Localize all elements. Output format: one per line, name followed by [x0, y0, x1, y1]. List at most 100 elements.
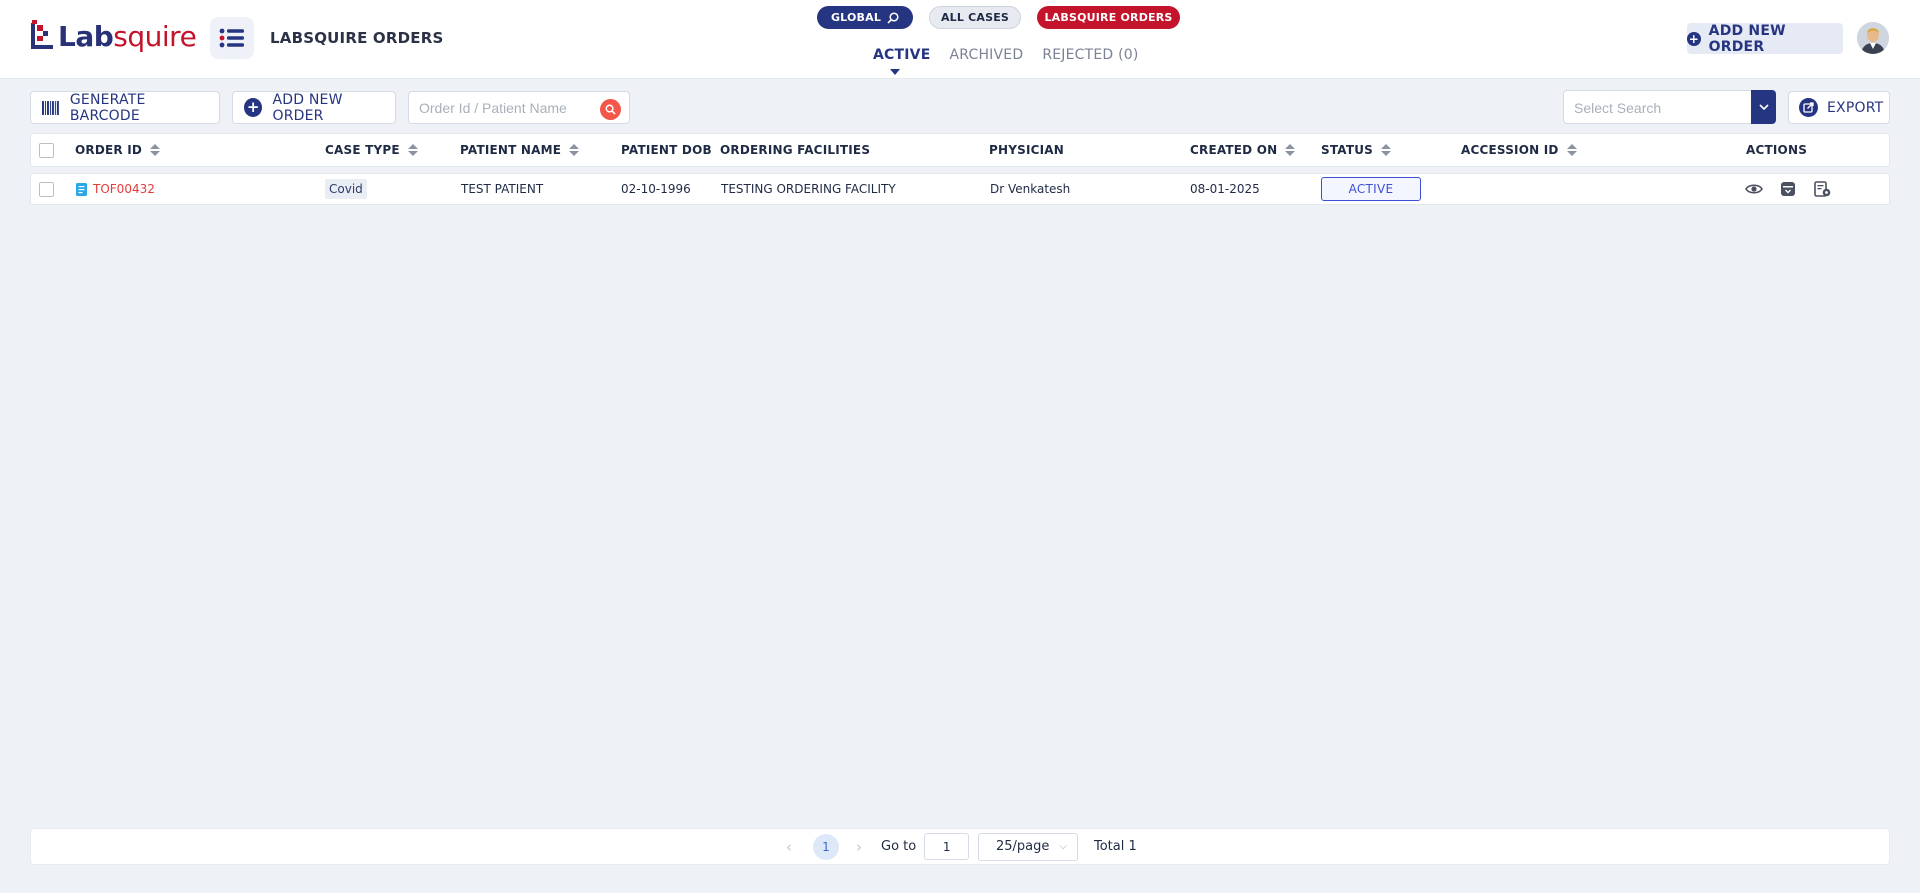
active-tab-indicator [890, 69, 900, 75]
table-row[interactable]: TOF00432 Covid TEST PATIENT 02-10-1996 T… [30, 173, 1890, 205]
order-search-box [408, 91, 630, 124]
document-icon [76, 182, 87, 196]
page-1-button[interactable]: 1 [813, 829, 839, 864]
global-pill-label: GLOBAL [830, 11, 882, 24]
user-avatar[interactable] [1857, 22, 1889, 54]
search-submit-button[interactable] [600, 99, 621, 120]
select-all-cell [39, 134, 54, 166]
created-on-cell: 08-01-2025 [1190, 182, 1260, 196]
column-label: STATUS [1321, 143, 1374, 157]
tab-rejected[interactable]: REJECTED (0) [1042, 47, 1138, 63]
order-id-link[interactable]: TOF00432 [93, 182, 155, 196]
patient-dob-cell: 02-10-1996 [621, 182, 691, 196]
column-label: PATIENT NAME [460, 143, 562, 157]
column-header-actions: ACTIONS [1746, 134, 1807, 166]
labsquire-orders-pill[interactable]: LABSQUIRE ORDERS [1037, 6, 1180, 29]
order-id-cell: TOF00432 [76, 174, 155, 204]
page-size-label: 25/page [996, 839, 1050, 854]
status-tabs: ACTIVE ARCHIVED REJECTED (0) [873, 47, 1139, 63]
column-header-accession-id[interactable]: ACCESSION ID [1461, 134, 1577, 166]
select-all-checkbox[interactable] [39, 142, 54, 158]
page-title: LABSQUIRE ORDERS [270, 29, 444, 47]
chevron-down-icon: ⌵ [1059, 840, 1067, 852]
total-count: Total 1 [1094, 839, 1137, 854]
page-size-select[interactable]: 25/page ⌵ [978, 829, 1078, 864]
search-icon [887, 11, 899, 24]
case-type-cell: Covid [325, 174, 367, 204]
column-label: CREATED ON [1190, 143, 1278, 157]
eye-icon [1745, 184, 1763, 194]
column-header-created-on[interactable]: CREATED ON [1190, 134, 1296, 166]
plus-circle-icon: + [1687, 31, 1701, 46]
generate-barcode-label: GENERATE BARCODE [69, 91, 146, 124]
sort-icon[interactable] [569, 144, 580, 156]
row-select-cell [39, 174, 54, 204]
table-header: ORDER ID CASE TYPE PATIENT NAME PATIENT … [30, 133, 1890, 167]
labsquire-logo[interactable]: Labsquire [29, 19, 197, 55]
list-menu-icon [219, 28, 244, 48]
logo-text-squire: squire [113, 20, 197, 53]
actions-cell [1744, 174, 1846, 204]
current-page-number: 1 [813, 833, 839, 860]
view-button[interactable] [1744, 179, 1764, 199]
sort-icon[interactable] [407, 144, 418, 156]
export-button[interactable]: EXPORT [1788, 91, 1890, 124]
column-label: PHYSICIAN [989, 143, 1065, 157]
barcode-icon [42, 100, 59, 115]
menu-toggle-button[interactable] [210, 17, 254, 59]
chevron-down-icon [1758, 103, 1769, 110]
chevron-left-icon: ‹ [786, 837, 792, 856]
ordering-facility-cell: TESTING ORDERING FACILITY [721, 182, 896, 196]
tab-archived[interactable]: ARCHIVED [949, 47, 1023, 63]
export-icon [1799, 98, 1818, 117]
pagination-bar: ‹ 1 › Go to 1 25/page ⌵ Total 1 [30, 828, 1890, 865]
logo-text-lab: Lab [58, 20, 114, 53]
goto-page-input[interactable]: 1 [924, 833, 970, 860]
logo-icon [31, 20, 53, 49]
archive-button[interactable] [1778, 179, 1798, 199]
sort-icon[interactable] [1381, 144, 1392, 156]
column-header-patient-dob: PATIENT DOB [621, 134, 712, 166]
column-header-order-id[interactable]: ORDER ID [75, 134, 161, 166]
column-label: ORDERING FACILITIES [720, 143, 871, 157]
patient-name-cell: TEST PATIENT [461, 182, 544, 196]
sort-icon[interactable] [150, 144, 161, 156]
select-search-dropdown[interactable]: Select Search [1563, 90, 1776, 124]
header-add-new-order-button[interactable]: + ADD NEW ORDER [1687, 22, 1843, 55]
column-label: CASE TYPE [325, 143, 400, 157]
add-new-order-button[interactable]: + ADD NEW ORDER [232, 91, 396, 124]
column-header-patient-name[interactable]: PATIENT NAME [460, 134, 580, 166]
goto-page: Go to 1 [881, 829, 970, 864]
column-header-physician: PHYSICIAN [989, 134, 1064, 166]
column-header-status[interactable]: STATUS [1321, 134, 1392, 166]
export-label: EXPORT [1827, 99, 1884, 116]
prev-page-button[interactable]: ‹ [786, 829, 792, 864]
report-button[interactable] [1812, 179, 1832, 199]
column-label: ACCESSION ID [1461, 143, 1559, 157]
column-label: ACTIONS [1746, 143, 1808, 157]
all-cases-pill[interactable]: ALL CASES [929, 6, 1021, 29]
sort-icon[interactable] [1566, 144, 1577, 156]
column-header-case-type[interactable]: CASE TYPE [325, 134, 418, 166]
plus-circle-icon: + [244, 98, 263, 117]
status-cell: ACTIVE [1321, 174, 1421, 204]
status-badge: ACTIVE [1321, 177, 1421, 201]
tab-active[interactable]: ACTIVE [873, 47, 930, 63]
page-size-value: 25/page ⌵ [978, 832, 1078, 861]
order-search-input[interactable] [409, 92, 589, 123]
top-header: Labsquire LABSQUIRE ORDERS GLOBAL ALL CA… [0, 0, 1920, 79]
column-header-ordering-facilities: ORDERING FACILITIES [720, 134, 870, 166]
global-search-pill[interactable]: GLOBAL [817, 6, 913, 29]
generate-barcode-button[interactable]: GENERATE BARCODE [30, 91, 220, 124]
select-search-toggle[interactable] [1751, 90, 1776, 124]
chevron-right-icon: › [856, 837, 862, 856]
case-type-badge: Covid [325, 179, 367, 199]
column-label: PATIENT DOB [621, 143, 712, 157]
row-checkbox[interactable] [39, 181, 54, 197]
add-new-order-label: ADD NEW ORDER [272, 91, 343, 124]
archive-icon [1781, 182, 1795, 196]
header-add-new-order-label: ADD NEW ORDER [1708, 22, 1786, 55]
sort-icon[interactable] [1285, 144, 1296, 156]
report-settings-icon [1813, 181, 1830, 197]
next-page-button[interactable]: › [856, 829, 862, 864]
